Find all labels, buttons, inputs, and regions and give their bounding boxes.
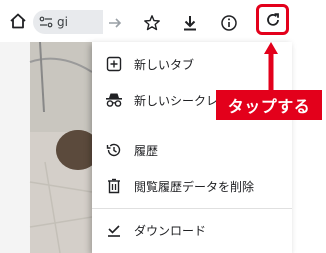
menu-item-label: 履歴: [134, 143, 159, 158]
download-icon: [184, 16, 196, 31]
tap-callout: タップする: [216, 90, 322, 120]
menu-item-label: 新しいシークレ: [134, 93, 219, 108]
address-bar[interactable]: gi: [33, 10, 103, 34]
history-icon: [105, 141, 123, 159]
new-tab-icon: [105, 55, 123, 73]
info-icon: [221, 15, 237, 31]
menu-item-label: ダウンロード: [134, 223, 207, 238]
menu-item-label: 新しいタブ: [134, 57, 195, 72]
incognito-icon: [105, 91, 123, 109]
page-info-button[interactable]: [218, 12, 240, 34]
download-button[interactable]: [179, 12, 201, 34]
menu-divider: [92, 208, 292, 209]
background-photo: [0, 42, 92, 253]
bookmark-button[interactable]: [141, 12, 163, 34]
menu-item-downloads[interactable]: ダウンロード: [92, 214, 292, 246]
star-icon: [144, 15, 160, 31]
forward-arrow-icon: [109, 18, 122, 28]
menu-item-label: 閲覧履歴データを削除: [134, 179, 255, 194]
forward-button[interactable]: [104, 12, 126, 34]
home-icon: [10, 13, 26, 29]
home-button[interactable]: [8, 11, 28, 31]
delete-icon: [105, 177, 123, 195]
reload-button-highlight[interactable]: [256, 4, 289, 35]
url-text: gi: [57, 15, 68, 29]
menu-item-clear-browsing-data[interactable]: 閲覧履歴データを削除: [92, 170, 292, 202]
screenshot-frame: gi 新しいタブ 新しいシークレ 履歴 閲覧履歴データを削除 ダウンロード タッ…: [0, 0, 326, 253]
reload-icon: [266, 12, 279, 26]
callout-arrow: [264, 42, 278, 94]
site-info-icon[interactable]: [39, 16, 53, 28]
page-background-photo: [0, 42, 92, 253]
menu-item-history[interactable]: 履歴: [92, 134, 292, 166]
download-done-icon: [105, 221, 123, 239]
